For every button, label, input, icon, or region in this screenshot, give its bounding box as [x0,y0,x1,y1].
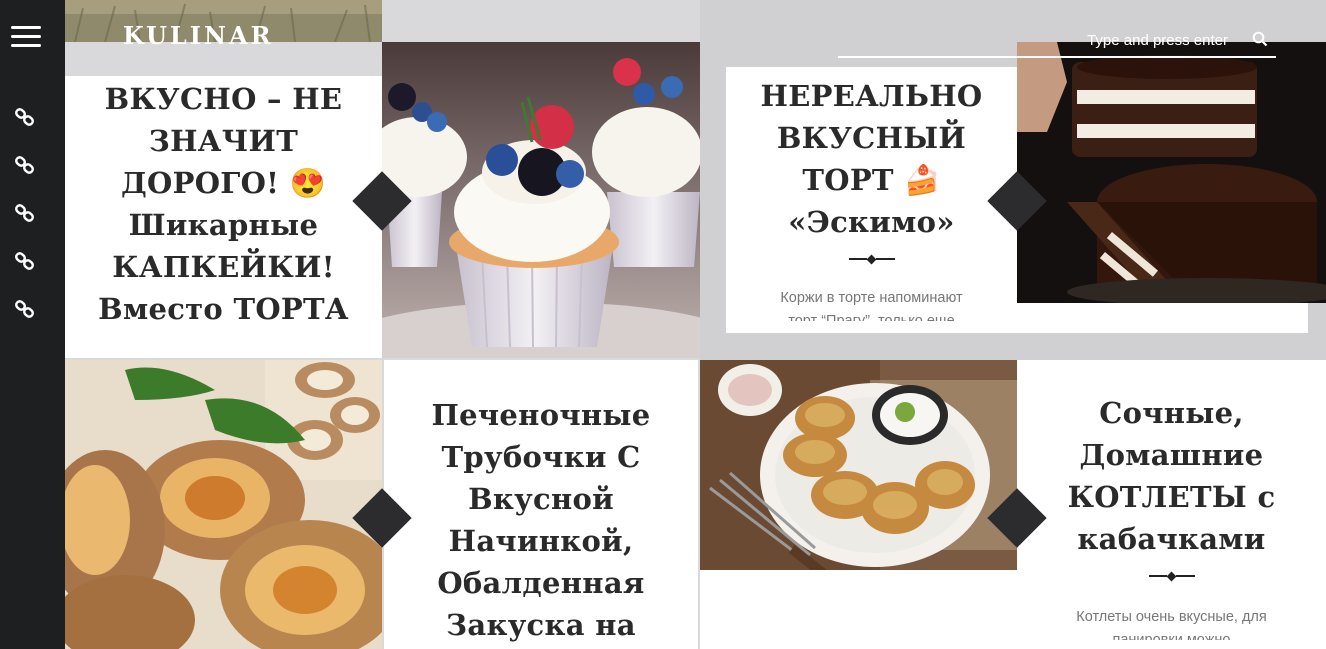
post-card-liver-rolls[interactable]: Печеночные Трубочки С Вкусной Начинкой, … [384,360,698,649]
hamburger-menu-icon[interactable] [11,26,41,48]
search-bar[interactable] [838,26,1276,58]
title-divider [1148,571,1195,582]
post-card-zucchini-cutlets[interactable]: Сочные, Домашние КОТЛЕТЫ с кабачками Кот… [1017,360,1326,649]
site-logo[interactable]: KULINAR [123,21,274,50]
header-gap [382,0,700,42]
link-icon[interactable] [14,106,36,128]
post-image-zucchini-cutlets[interactable] [700,360,1017,570]
search-icon[interactable] [1252,31,1268,47]
post-title[interactable]: НЕРЕАЛЬНО ВКУСНЫЙ ТОРТ 🍰 «Эскимо» [761,75,983,243]
post-title[interactable]: Печеночные Трубочки С Вкусной Начинкой, … [431,394,650,646]
post-excerpt: Котлеты очень вкусные, для панировки мож… [1076,609,1267,641]
link-icon[interactable] [14,298,36,320]
post-card-eskimo-cake[interactable]: НЕРЕАЛЬНО ВКУСНЫЙ ТОРТ 🍰 «Эскимо» Коржи … [726,67,1017,333]
post-excerpt: Коржи в торте напоминают торт “Прагу”, т… [780,290,963,322]
post-title[interactable]: Сочные, Домашние КОТЛЕТЫ с кабачками [1068,392,1276,560]
card-blank-area [700,570,1017,649]
post-image-cupcakes[interactable] [382,42,700,358]
link-icon[interactable] [14,202,36,224]
grid-divider [698,360,700,649]
title-divider [848,254,895,265]
link-icon[interactable] [14,154,36,176]
post-image-chocolate-cake[interactable] [1017,42,1326,303]
link-icon[interactable] [14,250,36,272]
post-card-cupcakes[interactable]: ВКУСНО – НЕ ЗНАЧИТ ДОРОГО! 😍 Шикарные КА… [65,76,382,358]
post-title[interactable]: ВКУСНО – НЕ ЗНАЧИТ ДОРОГО! 😍 Шикарные КА… [98,78,349,330]
sidebar [0,0,65,649]
search-input[interactable] [838,26,1248,54]
post-image-liver-rolls[interactable] [65,360,382,649]
